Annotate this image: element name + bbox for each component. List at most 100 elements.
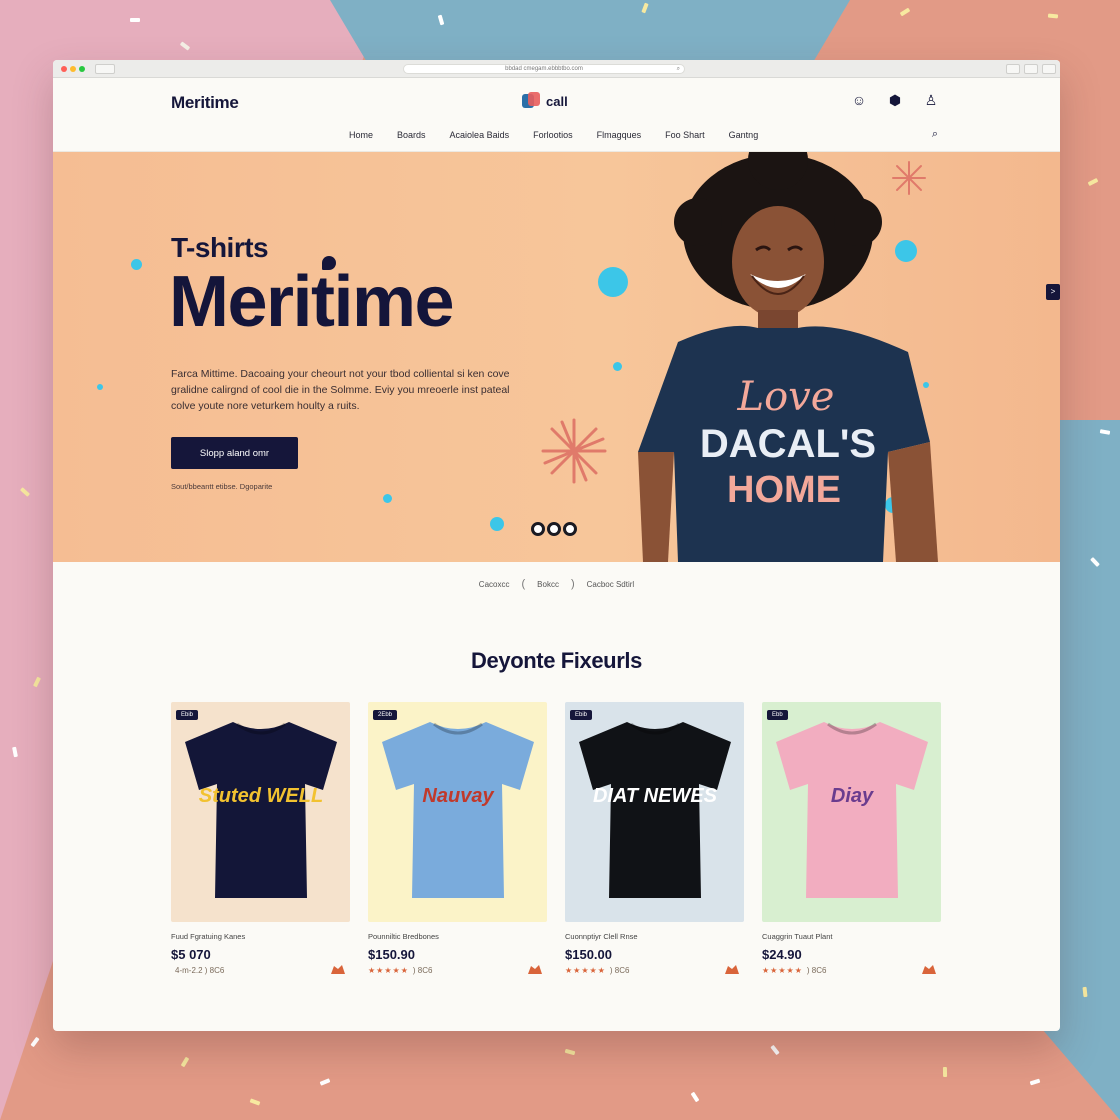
shop-now-button[interactable]: Slopp aland omr xyxy=(171,437,298,469)
carousel-dot[interactable] xyxy=(547,522,561,536)
decor-bubble xyxy=(613,362,622,371)
product-name[interactable]: Cuonnptiyr Clell Rnse xyxy=(565,932,744,941)
product-card[interactable]: DIAT NEWES Ebib Cuonnptiyr Clell Rnse $1… xyxy=(565,702,744,975)
tshirt-illustration: Diay xyxy=(776,722,928,898)
center-brand[interactable]: call xyxy=(522,92,568,110)
chevron-right-icon: ) xyxy=(570,578,575,590)
shirt-print-line2: DACAL'S xyxy=(700,422,876,466)
nav-gantng[interactable]: Gantng xyxy=(729,130,759,140)
confetti-piece xyxy=(249,1098,261,1106)
product-image[interactable]: Stuted WELL Ebib xyxy=(171,702,350,922)
hero-kicker: T-shirts xyxy=(171,232,269,263)
nav-boards[interactable]: Boards xyxy=(397,130,426,140)
product-card[interactable]: Nauvay 2Ebb Pounniltic Bredbones $150.90… xyxy=(368,702,547,975)
product-price: $24.90 xyxy=(762,947,802,962)
hero-note: Sout/bbeantt etibse. Dgoparite xyxy=(171,482,273,491)
nav-home[interactable]: Home xyxy=(349,130,373,140)
product-badge: Ebib xyxy=(570,710,593,720)
confetti-piece xyxy=(770,1044,780,1056)
featured-title: Deyonte Fixeurls xyxy=(471,648,642,673)
browser-controls xyxy=(1006,64,1056,74)
product-grid: Stuted WELL Ebib Fuud Fgratuing Kanes $5… xyxy=(171,702,941,975)
decor-burst xyxy=(541,418,607,484)
product-image[interactable]: DIAT NEWES Ebib xyxy=(565,702,744,922)
product-price: $150.00 xyxy=(565,947,612,962)
search-icon[interactable]: ⌕ xyxy=(932,128,938,141)
bag-icon[interactable]: ⬢ xyxy=(886,92,904,109)
maximize-window-dot[interactable] xyxy=(79,66,85,72)
product-name[interactable]: Cuaggrin Tuaut Plant xyxy=(762,932,941,941)
rating-text: 4-m-2.2 ) 8C6 xyxy=(175,966,225,975)
address-text: bbdad cmegam.ebbbtbo.com xyxy=(505,66,583,72)
breadcrumb-item[interactable]: Bokcc xyxy=(537,580,559,589)
sidebar-toggle-button[interactable] xyxy=(95,64,115,74)
decor-bubble xyxy=(131,259,142,270)
product-rating: ★★★★★ ) 8C6 xyxy=(565,966,744,975)
user-icon[interactable]: ☺ xyxy=(850,92,868,109)
breadcrumb: Cacoxcc ( Bokcc ) Cacboc Sdtirl xyxy=(53,578,1060,590)
decor-bubble xyxy=(490,517,504,531)
product-image[interactable]: Diay Ebb xyxy=(762,702,941,922)
shirt-print-line1: Love xyxy=(737,374,835,420)
confetti-piece xyxy=(130,18,140,22)
shirt-print-line3: HOME xyxy=(727,469,841,511)
carousel-dots xyxy=(531,522,577,536)
cart-icon[interactable] xyxy=(921,963,937,975)
rating-text: ) 8C6 xyxy=(806,966,827,975)
nav-foo-shart[interactable]: Foo Shart xyxy=(665,130,705,140)
product-badge: 2Ebb xyxy=(373,710,398,720)
breadcrumb-item[interactable]: Cacoxcc xyxy=(479,580,510,589)
product-name[interactable]: Pounniltic Bredbones xyxy=(368,932,547,941)
product-rating: 4-m-2.2 ) 8C6 xyxy=(171,966,350,975)
header-icons: ☺ ⬢ ♙ xyxy=(850,92,940,109)
tshirt-illustration: DIAT NEWES xyxy=(579,722,731,898)
confetti-piece xyxy=(30,1036,40,1048)
confetti-piece xyxy=(564,1048,576,1056)
confetti-piece xyxy=(690,1091,700,1103)
carousel-next-icon[interactable]: > xyxy=(1046,284,1060,300)
rating-stars: ★★★★★ xyxy=(368,966,409,975)
minimize-window-dot[interactable] xyxy=(70,66,76,72)
rating-stars: ★★★★★ xyxy=(565,966,606,975)
close-window-dot[interactable] xyxy=(61,66,67,72)
brand-text: call xyxy=(546,93,568,109)
tabs-button[interactable] xyxy=(1024,64,1038,74)
extensions-button[interactable] xyxy=(1042,64,1056,74)
product-card[interactable]: Diay Ebb Cuaggrin Tuaut Plant $24.90 ★★★… xyxy=(762,702,941,975)
chevron-left-icon: ( xyxy=(521,578,526,590)
carousel-dot[interactable] xyxy=(563,522,577,536)
cart-icon[interactable] xyxy=(330,963,346,975)
product-price: $150.90 xyxy=(368,947,415,962)
carousel-dot[interactable] xyxy=(531,522,545,536)
nav-flmagques[interactable]: Flmagques xyxy=(597,130,642,140)
share-button[interactable] xyxy=(1006,64,1020,74)
browser-chrome: bbdad cmegam.ebbbtbo.com ⌕ xyxy=(53,60,1060,78)
product-rating: ★★★★★ ) 8C6 xyxy=(762,966,941,975)
nav-acaiolea-baids[interactable]: Acaiolea Baids xyxy=(450,130,510,140)
cart-icon[interactable] xyxy=(724,963,740,975)
decor-bubble xyxy=(97,384,103,390)
confetti-piece xyxy=(180,1056,190,1068)
breadcrumb-item[interactable]: Cacboc Sdtirl xyxy=(587,580,635,589)
cart-icon[interactable] xyxy=(527,963,543,975)
product-image[interactable]: Nauvay 2Ebb xyxy=(368,702,547,922)
tshirt-illustration: Nauvay xyxy=(382,722,534,898)
product-card[interactable]: Stuted WELL Ebib Fuud Fgratuing Kanes $5… xyxy=(171,702,350,975)
account-icon[interactable]: ♙ xyxy=(922,92,940,109)
product-name[interactable]: Fuud Fgratuing Kanes xyxy=(171,932,350,941)
hero-description: Farca Mittime. Dacoaing your cheourt not… xyxy=(171,368,510,412)
tshirt-shape xyxy=(776,722,928,898)
product-rating: ★★★★★ ) 8C6 xyxy=(368,966,547,975)
tshirt-shape xyxy=(382,722,534,898)
nav-forlootios[interactable]: Forlootios xyxy=(533,130,573,140)
confetti-piece xyxy=(319,1078,331,1086)
product-badge: Ebib xyxy=(176,710,199,720)
hero-model-image: Love DACAL'S HOME xyxy=(638,152,938,562)
address-bar[interactable]: bbdad cmegam.ebbbtbo.com ⌕ xyxy=(403,64,685,74)
tshirt-shape xyxy=(185,722,337,898)
rating-text: ) 8C6 xyxy=(412,966,433,975)
hero-title: Meritime xyxy=(169,262,455,342)
site-logo[interactable]: Meritime xyxy=(171,93,239,113)
brand-mark-icon xyxy=(522,92,542,110)
tshirt-print-text: Stuted WELL xyxy=(199,785,323,807)
